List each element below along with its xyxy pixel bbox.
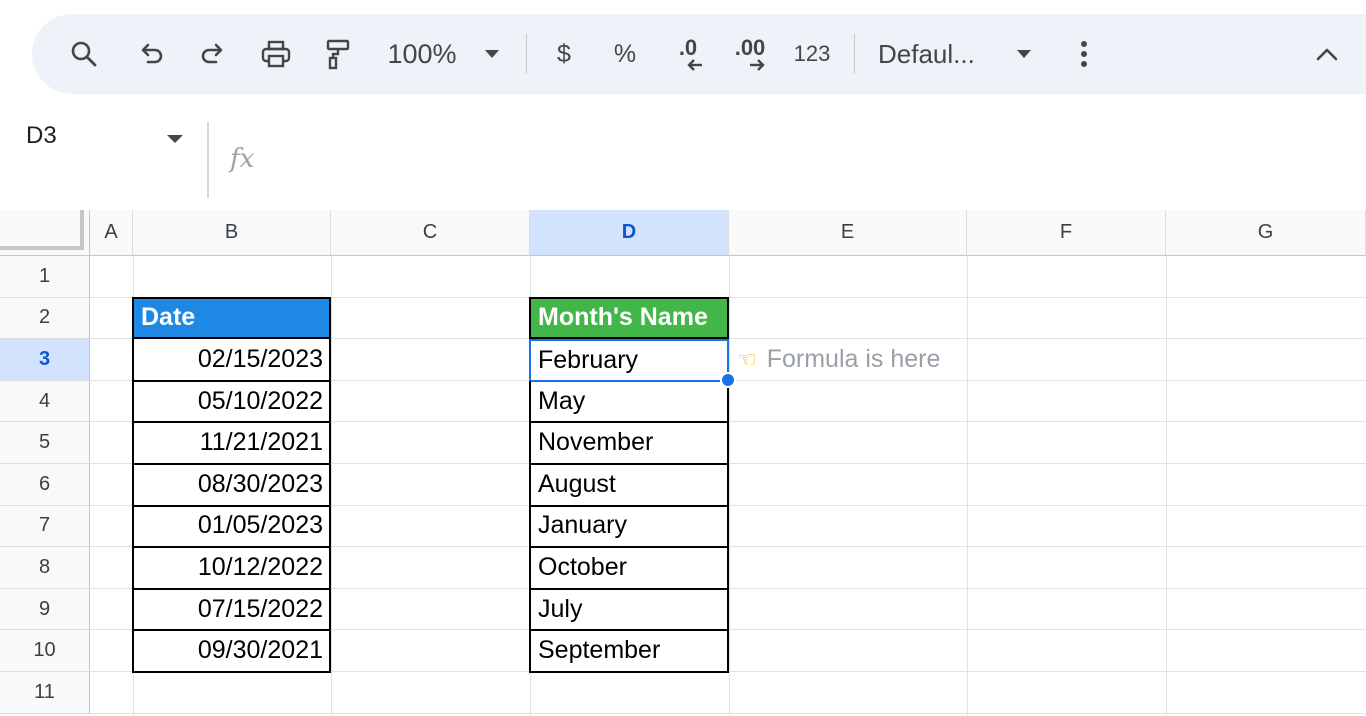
search-icon[interactable] bbox=[64, 14, 104, 94]
select-all-corner[interactable] bbox=[0, 210, 90, 256]
arrow-left-icon bbox=[687, 59, 702, 71]
annotation-text: Formula is here bbox=[766, 345, 941, 374]
column-header-d[interactable]: D bbox=[530, 210, 729, 256]
date-cell[interactable]: 08/30/2023 bbox=[132, 464, 331, 507]
date-cell[interactable]: 07/15/2022 bbox=[132, 588, 331, 632]
month-name-header-cell[interactable]: Month's Name bbox=[529, 296, 729, 340]
formula-bar-divider bbox=[207, 122, 209, 198]
date-cell[interactable]: 11/21/2021 bbox=[132, 422, 331, 465]
row-header-1[interactable]: 1 bbox=[0, 256, 90, 298]
active-cell-d3[interactable]: February bbox=[529, 339, 729, 382]
month-name-cell[interactable]: May bbox=[529, 380, 729, 424]
row-header-10[interactable]: 10 bbox=[0, 630, 90, 672]
row-header-8[interactable]: 8 bbox=[0, 547, 90, 589]
row-header-5[interactable]: 5 bbox=[0, 422, 90, 464]
gridline bbox=[90, 712, 1366, 714]
month-name-cell[interactable]: October bbox=[529, 547, 729, 590]
font-value: Defaul... bbox=[878, 38, 975, 69]
name-box[interactable]: D3 bbox=[26, 122, 57, 150]
zoom-select[interactable]: 100% bbox=[380, 14, 464, 94]
print-icon[interactable] bbox=[256, 14, 296, 94]
percent-format-button[interactable]: % bbox=[610, 14, 640, 94]
more-formats-label: 123 bbox=[793, 41, 831, 66]
annotation-note: ☜ Formula is here bbox=[737, 339, 940, 381]
row-header-4[interactable]: 4 bbox=[0, 380, 90, 423]
arrow-right-icon bbox=[750, 59, 765, 71]
more-vert-icon[interactable] bbox=[1072, 14, 1096, 94]
row-header-6[interactable]: 6 bbox=[0, 464, 90, 506]
column-header-a[interactable]: A bbox=[90, 210, 133, 256]
font-select[interactable]: Defaul... bbox=[878, 14, 990, 94]
date-header-cell[interactable]: Date bbox=[132, 296, 331, 340]
fx-icon: fx bbox=[230, 144, 255, 174]
toolbar: 100% $ % .0 .00 123 Defaul... bbox=[32, 14, 1366, 94]
currency-label: $ bbox=[557, 39, 571, 68]
name-box-dropdown-icon[interactable] bbox=[166, 131, 184, 149]
column-header-f[interactable]: F bbox=[967, 210, 1166, 256]
chevron-down-icon[interactable] bbox=[1012, 14, 1036, 94]
chevron-down-icon[interactable] bbox=[480, 14, 504, 94]
pointing-hand-icon: ☜ bbox=[737, 346, 757, 372]
toolbar-divider bbox=[854, 34, 855, 74]
percent-label: % bbox=[613, 39, 637, 68]
paint-format-icon[interactable] bbox=[318, 14, 358, 94]
row-header-2[interactable]: 2 bbox=[0, 297, 90, 340]
formula-bar: D3 fx =CHOOSE(MONTH(B3), "January", "Feb… bbox=[0, 110, 1366, 386]
chevron-up-icon[interactable] bbox=[1312, 14, 1342, 94]
month-name-cell[interactable]: July bbox=[529, 588, 729, 632]
zoom-value: 100% bbox=[387, 38, 457, 69]
column-header-c[interactable]: C bbox=[331, 210, 530, 256]
date-cell[interactable]: 01/05/2023 bbox=[132, 505, 331, 549]
toolbar-area: 100% $ % .0 .00 123 Defaul... bbox=[0, 0, 1366, 110]
redo-icon[interactable] bbox=[192, 14, 232, 94]
toolbar-divider bbox=[526, 34, 527, 74]
spreadsheet-grid: A B C D E F G 1 2 3 4 5 6 7 8 9 10 11 Date Month's Name 02/1… bbox=[0, 210, 1366, 716]
undo-icon[interactable] bbox=[132, 14, 172, 94]
month-name-cell[interactable]: November bbox=[529, 422, 729, 465]
column-header-e[interactable]: E bbox=[729, 210, 967, 256]
gridline bbox=[1166, 256, 1167, 716]
date-cell[interactable]: 09/30/2021 bbox=[132, 630, 331, 673]
date-cell[interactable]: 10/12/2022 bbox=[132, 547, 331, 590]
gridline bbox=[967, 256, 968, 716]
more-formats-button[interactable]: 123 bbox=[790, 14, 834, 94]
month-name-cell[interactable]: August bbox=[529, 464, 729, 507]
fill-handle[interactable] bbox=[720, 371, 736, 388]
increase-decimal-button[interactable]: .00 bbox=[730, 14, 770, 94]
column-header-b[interactable]: B bbox=[133, 210, 331, 256]
row-header-7[interactable]: 7 bbox=[0, 505, 90, 548]
date-cell[interactable]: 05/10/2022 bbox=[132, 380, 331, 424]
row-header-3[interactable]: 3 bbox=[0, 339, 90, 381]
month-name-cell[interactable]: January bbox=[529, 505, 729, 549]
gridline bbox=[729, 256, 730, 716]
month-name-cell[interactable]: September bbox=[529, 630, 729, 673]
row-header-9[interactable]: 9 bbox=[0, 588, 90, 631]
currency-format-button[interactable]: $ bbox=[550, 14, 578, 94]
gridline bbox=[331, 256, 332, 716]
date-cell[interactable]: 02/15/2023 bbox=[132, 339, 331, 382]
column-header-g[interactable]: G bbox=[1166, 210, 1366, 256]
row-header-11[interactable]: 11 bbox=[0, 672, 90, 714]
decrease-decimal-button[interactable]: .0 bbox=[666, 14, 710, 94]
